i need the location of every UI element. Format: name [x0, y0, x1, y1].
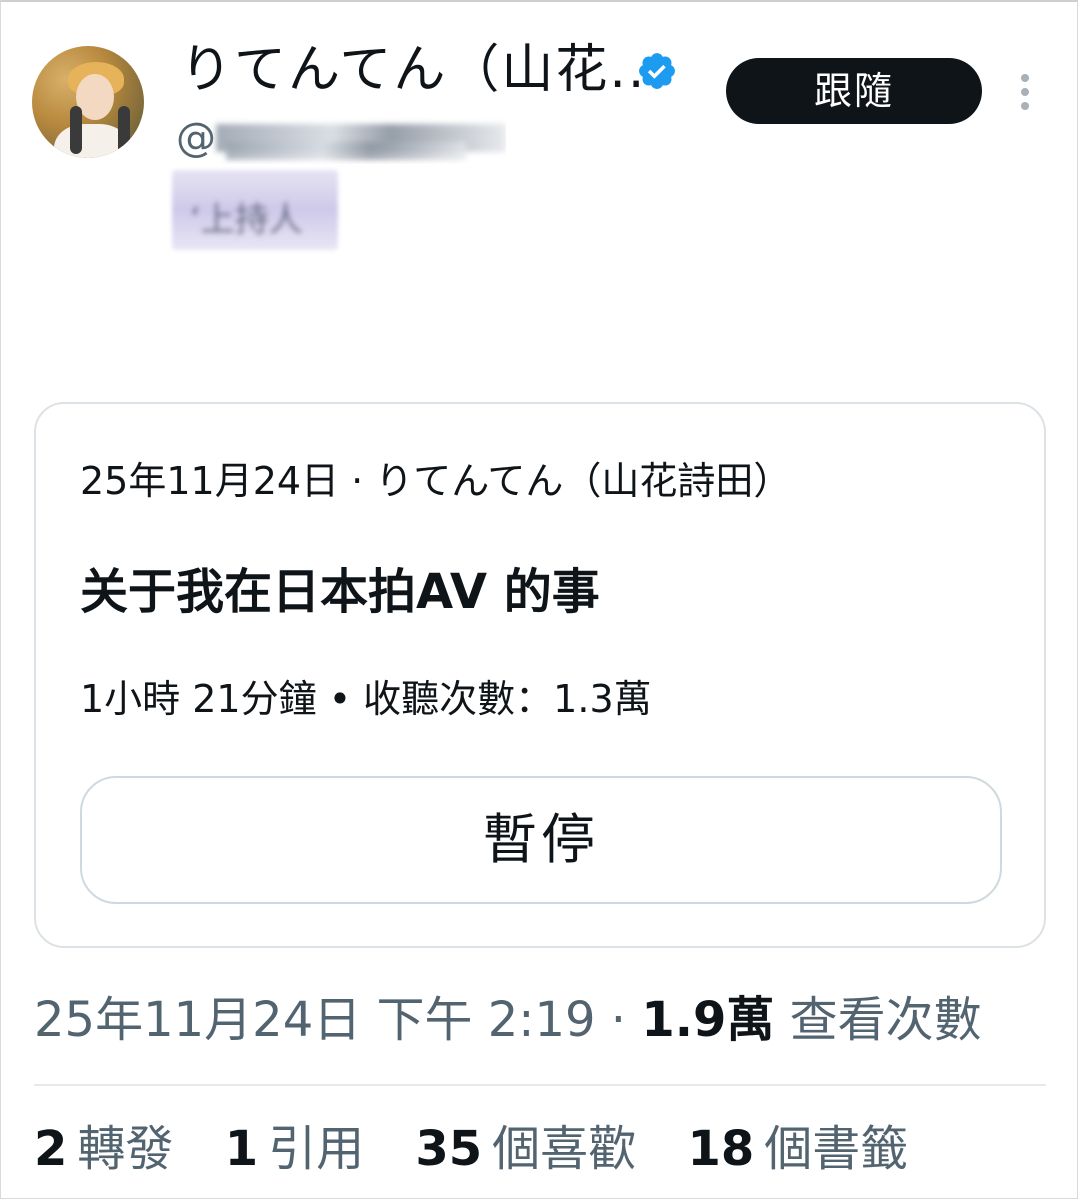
quotes-stat[interactable]: 1 引用	[225, 1121, 364, 1177]
post-timestamp-row: 25年11月24日 下午 2:19 · 1.9萬 查看次數	[34, 990, 982, 1050]
bookmarks-stat[interactable]: 18 個書籤	[687, 1121, 908, 1177]
avatar[interactable]	[32, 46, 144, 158]
more-options-icon[interactable]	[1010, 70, 1040, 114]
likes-stat[interactable]: 35 個喜歡	[415, 1121, 636, 1177]
post-timestamp[interactable]: 25年11月24日 下午 2:19 ·	[34, 992, 641, 1048]
engagement-row: 2 轉發 1 引用 35 個喜歡 18 個書籤	[34, 1118, 944, 1180]
views-label: 查看次數	[774, 992, 982, 1048]
reposts-stat[interactable]: 2 轉發	[34, 1121, 173, 1177]
views-count: 1.9萬	[641, 992, 775, 1048]
space-meta: 25年11月24日 · りてんてん（山花詩田）	[80, 459, 792, 503]
divider	[34, 1084, 1046, 1086]
space-title: 关于我在日本拍AV 的事	[80, 564, 600, 620]
pause-button[interactable]: 暫停	[80, 776, 1002, 904]
bio: ‘上持人	[172, 170, 338, 250]
audio-space-card[interactable]: 25年11月24日 · りてんてん（山花詩田） 关于我在日本拍AV 的事 1小時…	[34, 402, 1046, 948]
verified-badge-icon	[639, 53, 675, 89]
display-name[interactable]: りてんてん（山花...	[180, 38, 665, 102]
space-stats: 1小時 21分鐘 • 收聽次數：1.3萬	[80, 677, 652, 721]
follow-button[interactable]: 跟隨	[726, 58, 982, 124]
handle[interactable]: @	[176, 112, 506, 164]
